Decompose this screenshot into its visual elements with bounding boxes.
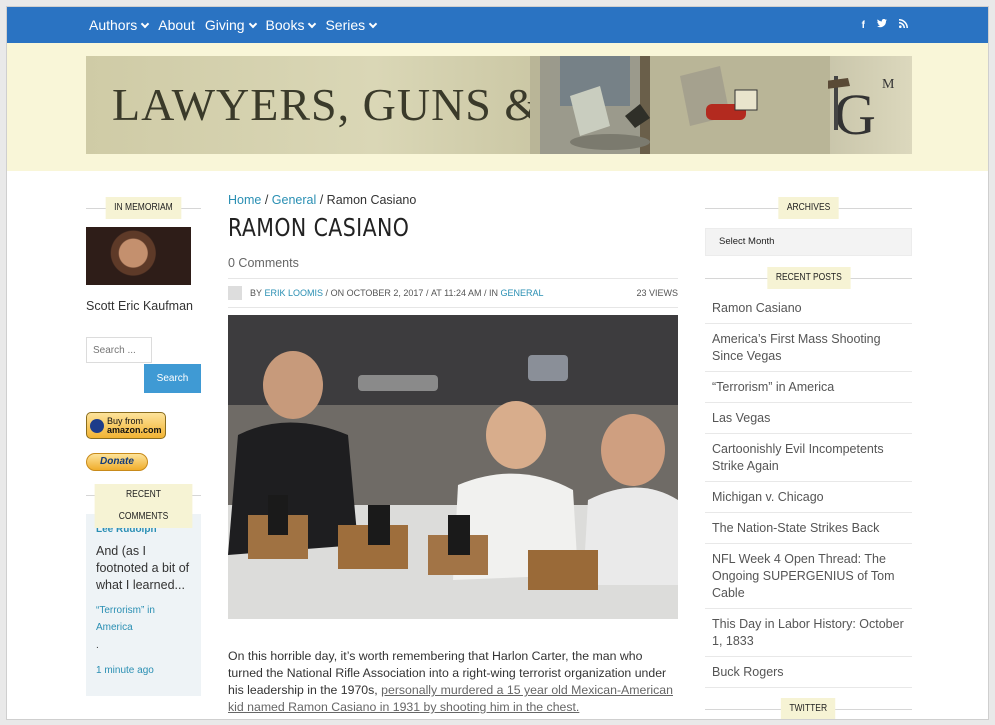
menu-item-label: Books (265, 17, 305, 33)
recent-post-item[interactable]: Ramon Casiano (705, 293, 912, 324)
twitter-icon[interactable] (877, 18, 887, 31)
chevron-down-icon (368, 19, 378, 28)
menu-item-label: Series (325, 17, 366, 33)
menu-item-label: Giving (204, 17, 245, 33)
breadcrumb-current: Ramon Casiano (326, 193, 417, 207)
menu-item-label: Authors (89, 17, 138, 33)
recent-post-item[interactable]: Michigan v. Chicago (705, 482, 912, 513)
recent-post-item[interactable]: Las Vegas (705, 403, 912, 434)
post-title: RAMON CASIANO (228, 213, 410, 242)
left-sidebar: IN MEMORIAM Scott Eric Kaufman Search Bu… (86, 197, 201, 696)
search-button[interactable]: Search (144, 364, 201, 393)
rss-icon[interactable] (899, 19, 908, 31)
recent-post-item[interactable]: This Day in Labor History: October 1, 18… (705, 609, 912, 657)
social-links: f (850, 7, 908, 43)
recent-post-item[interactable]: Buck Rogers (705, 657, 912, 688)
site-header: LAWYERS, GUNS & MONEY G M (7, 43, 988, 171)
recent-post-item[interactable]: “Terrorism” in America (705, 372, 912, 403)
chevron-down-icon (308, 19, 317, 28)
menu-item-books[interactable]: Books (265, 17, 317, 33)
menu-item-series[interactable]: Series (325, 17, 378, 33)
widget-title-twitter: TWITTER (705, 698, 912, 719)
meta-by: BY (250, 288, 263, 298)
top-navigation-bar: Authors About Giving Books Series f (7, 7, 988, 43)
meta-author-link[interactable]: ERIK LOOMIS (265, 288, 324, 298)
browser-page: Authors About Giving Books Series f LAWY… (6, 6, 989, 720)
banner-artwork (530, 56, 830, 154)
recent-post-item[interactable]: The Nation-State Strikes Back (705, 513, 912, 544)
meta-in: IN (489, 288, 498, 298)
widget-title-in-memoriam: IN MEMORIAM (86, 197, 201, 219)
search-input[interactable] (86, 337, 152, 363)
memoriam-name: Scott Eric Kaufman (86, 299, 193, 313)
comment-time-link[interactable]: 1 minute ago (96, 665, 191, 676)
menu-item-about[interactable]: About (158, 17, 195, 33)
donate-button[interactable]: Donate (86, 453, 148, 471)
comment-post-link[interactable]: “Terrorism” in America (96, 602, 191, 636)
svg-text:M: M (882, 77, 895, 92)
recent-post-item[interactable]: Cartoonishly Evil Incompetents Strike Ag… (705, 434, 912, 482)
menu-item-authors[interactable]: Authors (89, 17, 150, 33)
chevron-down-icon (248, 19, 257, 28)
comment-separator: . (96, 640, 99, 651)
chevron-down-icon (141, 19, 150, 28)
meta-date: ON OCTOBER 2, 2017 (330, 288, 424, 298)
widget-title-recent-comments: RECENT COMMENTS (86, 484, 201, 528)
author-avatar (228, 286, 242, 300)
post-featured-image[interactable] (228, 315, 678, 619)
breadcrumb: Home / General / Ramon Casiano (228, 193, 417, 207)
post-body: On this horrible day, it’s worth remembe… (228, 648, 678, 716)
recent-posts-list: Ramon Casiano America’s First Mass Shoot… (705, 293, 912, 688)
comment-excerpt[interactable]: And (as I footnoted a bit of what I lear… (96, 543, 191, 594)
menu-item-giving[interactable]: Giving (204, 17, 257, 33)
search-form: Search (86, 337, 201, 393)
comments-count-link[interactable]: 0 Comments (228, 256, 678, 270)
site-logo: G M (828, 76, 895, 146)
widget-title-archives: ARCHIVES (705, 197, 912, 219)
menu-item-label: About (158, 17, 195, 33)
meta-time: AT 11:24 AM (430, 288, 482, 298)
meta-category-link[interactable]: GENERAL (501, 288, 544, 298)
amazon-label-line2: amazon.com (107, 424, 162, 435)
recent-post-item[interactable]: America’s First Mass Shooting Since Vega… (705, 324, 912, 372)
main-content: Home / General / Ramon Casiano RAMON CAS… (228, 193, 678, 716)
breadcrumb-category[interactable]: General (272, 193, 316, 207)
facebook-icon[interactable]: f (862, 20, 865, 31)
post-meta: BY ERIK LOOMIS / ON OCTOBER 2, 2017 / AT… (228, 278, 678, 308)
recent-post-item[interactable]: NFL Week 4 Open Thread: The Ongoing SUPE… (705, 544, 912, 609)
amazon-logo-icon (90, 418, 104, 433)
site-banner[interactable]: LAWYERS, GUNS & MONEY G M (86, 56, 912, 154)
view-count: 23 VIEWS (636, 288, 678, 298)
breadcrumb-home[interactable]: Home (228, 193, 261, 207)
svg-text:G: G (834, 82, 876, 146)
main-menu: Authors About Giving Books Series (89, 7, 386, 43)
widget-title-recent-posts: RECENT POSTS (705, 267, 912, 289)
archives-month-select[interactable]: Select Month (705, 228, 912, 256)
buy-from-amazon-button[interactable]: Buy from amazon.com (86, 412, 166, 439)
recent-comment-card: Lee Rudolph And (as I footnoted a bit of… (86, 514, 201, 696)
memoriam-photo[interactable] (86, 227, 191, 285)
right-sidebar: ARCHIVES Select Month RECENT POSTS Ramon… (705, 197, 912, 719)
